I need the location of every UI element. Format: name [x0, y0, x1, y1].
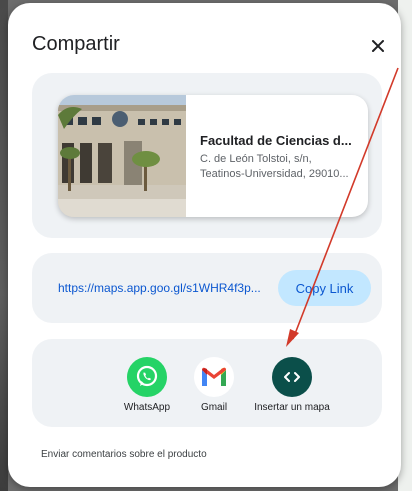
close-button[interactable] — [365, 33, 391, 59]
embed-code-icon — [272, 357, 312, 397]
link-section: https://maps.app.goo.gl/s1WHR4f3p... Cop… — [32, 253, 382, 323]
gmail-icon — [194, 357, 234, 397]
share-targets-section: WhatsApp Gmail Insertar un mapa — [32, 339, 382, 427]
share-embed-map-label: Insertar un mapa — [254, 402, 330, 413]
copy-link-button[interactable]: Copy Link — [278, 270, 371, 306]
share-gmail-label: Gmail — [200, 402, 228, 413]
whatsapp-icon — [127, 357, 167, 397]
background-left — [0, 0, 8, 491]
place-address-line2: Teatinos-Universidad, 29010... — [200, 168, 349, 180]
feedback-link[interactable]: Enviar comentarios sobre el producto — [41, 449, 207, 460]
dialog-title: Compartir — [32, 33, 120, 55]
place-address-line1: C. de León Tolstoi, s/n, — [200, 153, 312, 165]
share-link[interactable]: https://maps.app.goo.gl/s1WHR4f3p... — [58, 281, 276, 295]
place-address: C. de León Tolstoi, s/n, Teatinos-Univer… — [200, 152, 365, 182]
place-name: Facultad de Ciencias d... — [200, 133, 352, 148]
share-gmail[interactable]: Gmail — [189, 357, 239, 413]
place-photo — [58, 95, 186, 217]
place-card[interactable]: Facultad de Ciencias d... C. de León Tol… — [58, 95, 368, 217]
place-preview-section: Facultad de Ciencias d... C. de León Tol… — [32, 73, 382, 238]
share-embed-map[interactable]: Insertar un mapa — [247, 357, 337, 413]
share-dialog: Compartir Facultad de Ciencias d... C. d… — [8, 3, 401, 487]
share-whatsapp-label: WhatsApp — [123, 402, 171, 413]
share-whatsapp[interactable]: WhatsApp — [117, 357, 177, 413]
close-icon — [372, 40, 384, 52]
